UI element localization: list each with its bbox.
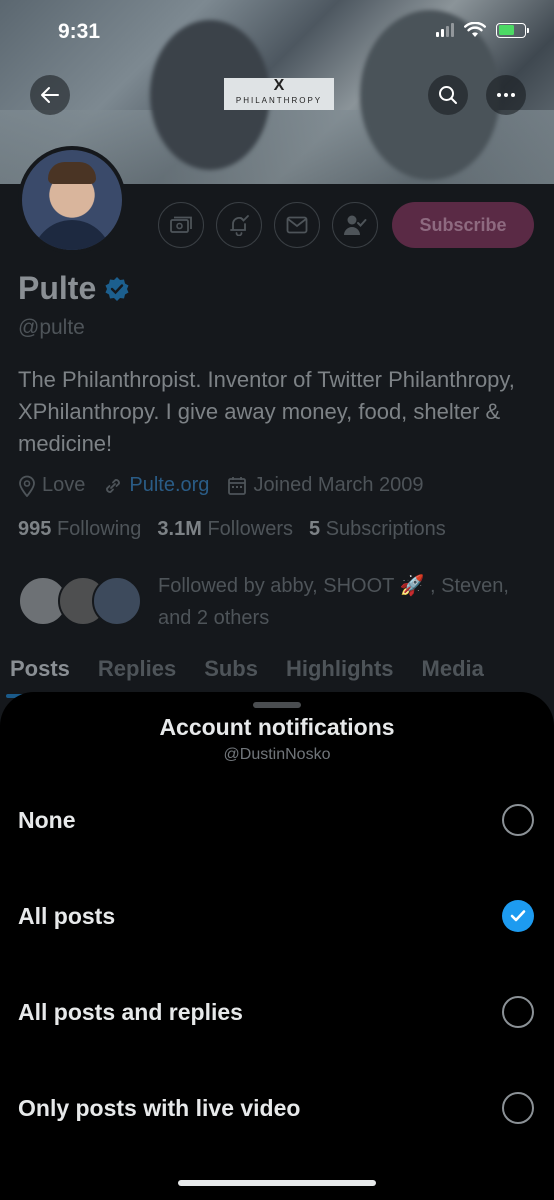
radio-unselected-icon[interactable] [502,804,534,836]
money-icon [170,216,192,233]
tab-replies[interactable]: Replies [98,650,176,698]
profile-name: Pulte [18,270,130,307]
notifications-button[interactable] [216,202,262,248]
radio-selected-icon[interactable] [502,900,534,932]
sheet-subtitle: @DustinNosko [223,746,331,763]
message-button[interactable] [274,202,320,248]
calendar-icon [228,476,247,495]
status-time: 9:31 [58,20,101,43]
following-button[interactable] [332,202,378,248]
wifi-icon [464,22,486,37]
arrow-left-icon [41,87,59,103]
profile-bio: The Philanthropist. Inventor of Twitter … [18,367,515,456]
radio-unselected-icon[interactable] [502,1092,534,1124]
option-label: All posts and replies [18,998,243,1025]
profile-handle: @pulte [18,316,85,339]
account-notifications-sheet: Account notifications @DustinNosko None … [0,692,554,1200]
option-label: None [18,806,76,833]
tab-subs[interactable]: Subs [204,650,258,698]
followers-stat[interactable]: 3.1M Followers [157,518,293,541]
radio-unselected-icon[interactable] [502,996,534,1028]
option-live-video[interactable]: Only posts with live video [0,1060,554,1156]
profile-meta: Love Pulte.org Joined March 2009 [18,474,424,497]
tab-highlights[interactable]: Highlights [286,650,394,698]
location-pin-icon [19,475,35,497]
profile-website-link[interactable]: Pulte.org [129,474,209,497]
bell-check-icon [230,215,249,236]
more-horizontal-icon [497,93,515,97]
profile-location: Love [42,474,86,496]
subscriptions-stat[interactable]: 5 Subscriptions [309,518,446,541]
envelope-icon [286,216,308,234]
subscribe-button[interactable]: Subscribe [392,202,534,248]
search-icon [439,86,457,104]
more-options-button[interactable] [486,75,526,115]
battery-charging-icon [496,22,529,38]
option-none[interactable]: None [0,772,554,868]
followed-by-text: Followed by abby, SHOOT 🚀 , Steven, and … [158,575,509,629]
option-label: All posts [18,902,116,929]
search-button[interactable] [428,75,468,115]
avatar [92,576,142,626]
home-indicator[interactable] [178,1180,376,1186]
cellular-signal-icon [436,23,454,37]
link-icon [106,478,121,493]
option-label: Only posts with live video [18,1094,301,1121]
profile-tabs: Posts Replies Subs Highlights Media [0,650,554,698]
profile-name-text: Pulte [18,270,97,306]
option-all-posts[interactable]: All posts [0,868,554,964]
tab-posts[interactable]: Posts [6,650,74,698]
profile-stats: 995 Following 3.1M Followers 5 Subscript… [18,518,446,541]
person-check-icon [344,215,367,235]
sheet-title: Account notifications [159,714,395,740]
sheet-grabber[interactable] [253,702,301,708]
following-stat[interactable]: 995 Following [18,518,141,541]
followed-by-avatars [18,574,152,630]
profile-actions: Subscribe [158,202,534,248]
verified-badge-icon [105,276,129,301]
profile-joined-date: Joined March 2009 [253,474,424,496]
followed-by[interactable]: Followed by abby, SHOOT 🚀 , Steven, and … [18,570,538,634]
tip-button[interactable] [158,202,204,248]
profile-avatar[interactable] [18,146,126,254]
tab-media[interactable]: Media [422,650,484,698]
back-button[interactable] [30,75,70,115]
status-bar: 9:31 [0,0,554,60]
option-all-posts-and-replies[interactable]: All posts and replies [0,964,554,1060]
x-philanthropy-logo: X PHILANTHROPY [224,78,334,110]
checkmark-icon [510,910,526,922]
